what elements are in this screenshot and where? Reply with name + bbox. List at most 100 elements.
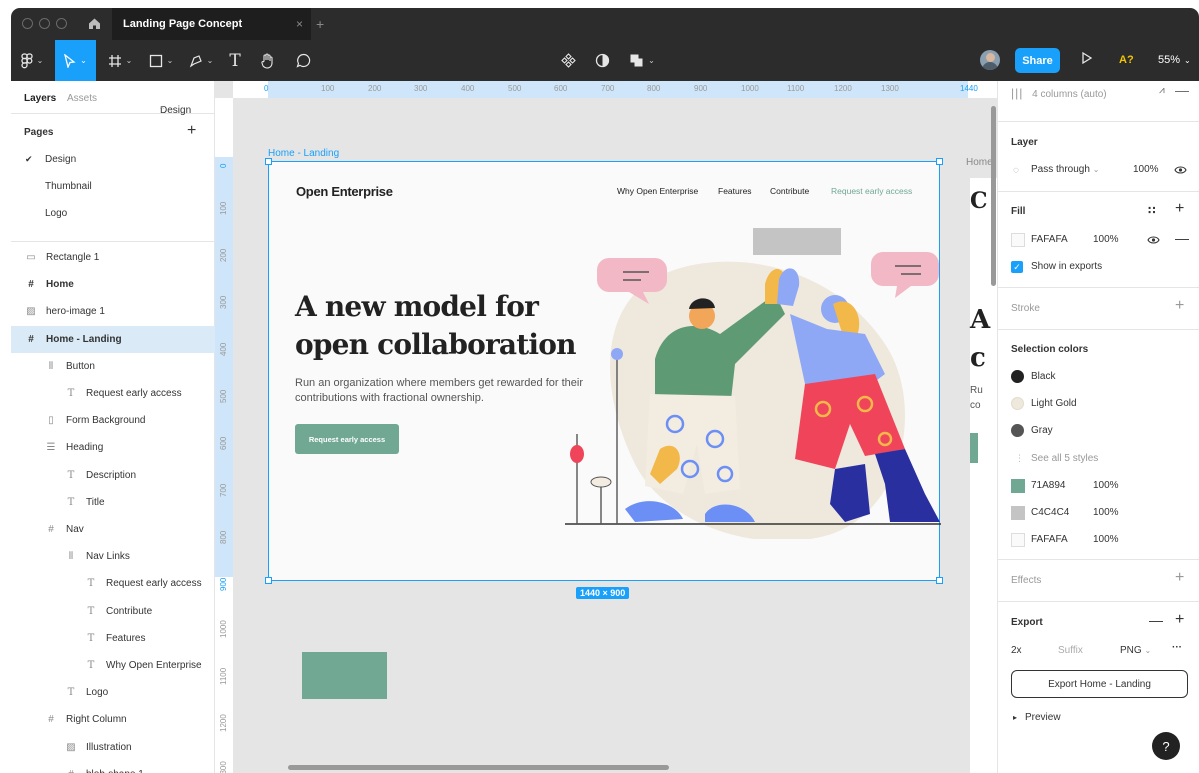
fill-opacity[interactable]: 100% <box>1093 234 1119 245</box>
new-tab-button[interactable]: + <box>316 16 324 32</box>
present-play-icon[interactable] <box>1081 51 1093 65</box>
boolean-button[interactable]: ⌄ <box>625 40 659 81</box>
minimize-window-button[interactable] <box>39 18 50 29</box>
vertical-scrollbar[interactable] <box>991 106 996 286</box>
color-swatch[interactable] <box>1011 506 1025 520</box>
layer-row[interactable]: # Right Column <box>11 706 215 733</box>
add-stroke-icon[interactable]: + <box>1175 297 1184 315</box>
remove-grid-icon[interactable]: — <box>1175 82 1189 98</box>
color-hex[interactable]: FAFAFA <box>1031 534 1068 545</box>
layer-row[interactable]: # blob-shape 1 <box>11 761 215 773</box>
frame-label[interactable]: Home - Landing <box>268 148 339 159</box>
share-button[interactable]: Share <box>1015 48 1060 73</box>
layer-row[interactable]: # Home - Landing <box>11 325 215 353</box>
fill-styles-icon[interactable]: ∷ <box>1148 204 1156 217</box>
layer-row[interactable]: T Title <box>11 489 215 516</box>
resize-handle-top-left[interactable] <box>265 158 272 165</box>
add-export-icon[interactable]: + <box>1175 611 1184 629</box>
layer-row[interactable]: ☰ Heading <box>11 434 215 461</box>
color-opacity[interactable]: 100% <box>1093 480 1119 491</box>
layer-row[interactable]: ▯ Form Background <box>11 407 215 434</box>
fill-swatch[interactable] <box>1011 233 1025 247</box>
export-scale[interactable]: 2x <box>1011 645 1022 656</box>
missing-fonts-indicator[interactable]: A? <box>1119 54 1134 66</box>
layer-row[interactable]: T Features <box>11 625 215 652</box>
home-landing-frame[interactable]: Open Enterprise Why Open Enterprise Feat… <box>265 158 943 584</box>
blend-mode-dropdown[interactable]: Pass through ⌄ <box>1031 164 1099 175</box>
page-item[interactable]: ✔ Design <box>11 146 215 173</box>
user-avatar[interactable] <box>980 50 1000 70</box>
layer-row[interactable]: ▭ Rectangle 1 <box>11 244 215 271</box>
layer-row[interactable]: T Why Open Enterprise <box>11 652 215 679</box>
resize-handle-top-right[interactable] <box>936 158 943 165</box>
layer-row[interactable]: ▨ Illustration <box>11 734 215 761</box>
components-button[interactable] <box>558 40 578 81</box>
style-swatch[interactable] <box>1011 370 1024 383</box>
layer-opacity-input[interactable]: 100% <box>1133 164 1159 175</box>
color-hex[interactable]: 71A894 <box>1031 480 1065 491</box>
layer-row[interactable]: ⫴ Button <box>11 353 215 380</box>
zoom-dropdown[interactable]: 55% ⌄ <box>1158 54 1191 66</box>
horizontal-scrollbar[interactable] <box>288 765 669 770</box>
canvas[interactable]: 0 100 200 300 400 500 600 700 800 900 1000 1100 1200… <box>215 81 997 773</box>
resize-handle-bottom-right[interactable] <box>936 577 943 584</box>
preview-toggle[interactable]: Preview <box>1025 712 1061 723</box>
color-hex[interactable]: C4C4C4 <box>1031 507 1069 518</box>
color-opacity[interactable]: 100% <box>1093 534 1119 545</box>
export-suffix-input[interactable]: Suffix <box>1058 645 1083 656</box>
text-tool-button[interactable]: T <box>225 40 245 81</box>
layer-row[interactable]: T Request early access <box>11 380 215 407</box>
layer-row[interactable]: T Contribute <box>11 598 215 625</box>
move-tool-button[interactable]: ⌄ <box>55 40 96 81</box>
close-window-button[interactable] <box>22 18 33 29</box>
pen-tool-button[interactable]: ⌄ <box>186 40 216 81</box>
page-item[interactable]: Logo <box>11 200 215 227</box>
export-format-dropdown[interactable]: PNG ⌄ <box>1120 645 1151 656</box>
add-effect-icon[interactable]: + <box>1175 569 1184 587</box>
frame-tool-button[interactable]: ⌄ <box>105 40 135 81</box>
shape-tool-button[interactable]: ⌄ <box>146 40 176 81</box>
resize-handle-bottom-left[interactable] <box>265 577 272 584</box>
eye-icon[interactable] <box>1174 165 1187 175</box>
grid-settings-icon[interactable]: ⩘ <box>1159 85 1165 96</box>
color-swatch[interactable] <box>1011 479 1025 493</box>
add-page-icon[interactable]: + <box>187 122 196 140</box>
style-swatch[interactable] <box>1011 397 1024 410</box>
style-name[interactable]: Light Gold <box>1031 398 1077 409</box>
mask-button[interactable] <box>592 40 612 81</box>
main-menu-button[interactable]: ⌄ <box>15 40 49 81</box>
help-button[interactable]: ? <box>1152 732 1180 760</box>
tab-layers[interactable]: Layers <box>24 93 56 104</box>
show-in-exports-checkbox[interactable]: ✓ <box>1011 261 1023 273</box>
layer-row[interactable]: T Description <box>11 462 215 489</box>
layer-row[interactable]: T Logo <box>11 679 215 706</box>
close-tab-icon[interactable]: × <box>296 8 303 40</box>
layer-row[interactable]: # Home <box>11 271 215 298</box>
fill-hex[interactable]: FAFAFA <box>1031 234 1068 245</box>
color-swatch[interactable] <box>1011 533 1025 547</box>
remove-fill-icon[interactable]: — <box>1175 230 1189 246</box>
layout-grid-row[interactable]: ||| 4 columns (auto) <box>1011 86 1107 100</box>
style-name[interactable]: Black <box>1031 371 1055 382</box>
style-name[interactable]: Gray <box>1031 425 1053 436</box>
layer-row[interactable]: ⫴ Nav Links <box>11 543 215 570</box>
hand-tool-button[interactable] <box>257 40 277 81</box>
export-options-icon[interactable]: ··· <box>1172 642 1182 653</box>
maximize-window-button[interactable] <box>56 18 67 29</box>
layer-row[interactable]: T Request early access <box>11 570 215 597</box>
preview-caret-icon[interactable]: ▸ <box>1013 713 1017 722</box>
add-fill-icon[interactable]: + <box>1175 200 1184 218</box>
layer-row[interactable]: # Nav <box>11 516 215 543</box>
remove-export-icon[interactable]: — <box>1149 612 1163 628</box>
comment-tool-button[interactable] <box>293 40 313 81</box>
color-opacity[interactable]: 100% <box>1093 507 1119 518</box>
file-tab[interactable]: Landing Page Concept (Community) × <box>112 8 311 62</box>
eye-icon[interactable] <box>1147 235 1160 245</box>
style-swatch[interactable] <box>1011 424 1024 437</box>
next-frame-label[interactable]: Home <box>966 157 993 168</box>
home-icon[interactable] <box>88 17 101 30</box>
tab-assets[interactable]: Assets <box>67 93 97 104</box>
page-item[interactable]: Thumbnail <box>11 173 215 200</box>
see-all-styles-link[interactable]: See all 5 styles <box>1031 453 1098 464</box>
rectangle-1[interactable] <box>302 652 387 699</box>
